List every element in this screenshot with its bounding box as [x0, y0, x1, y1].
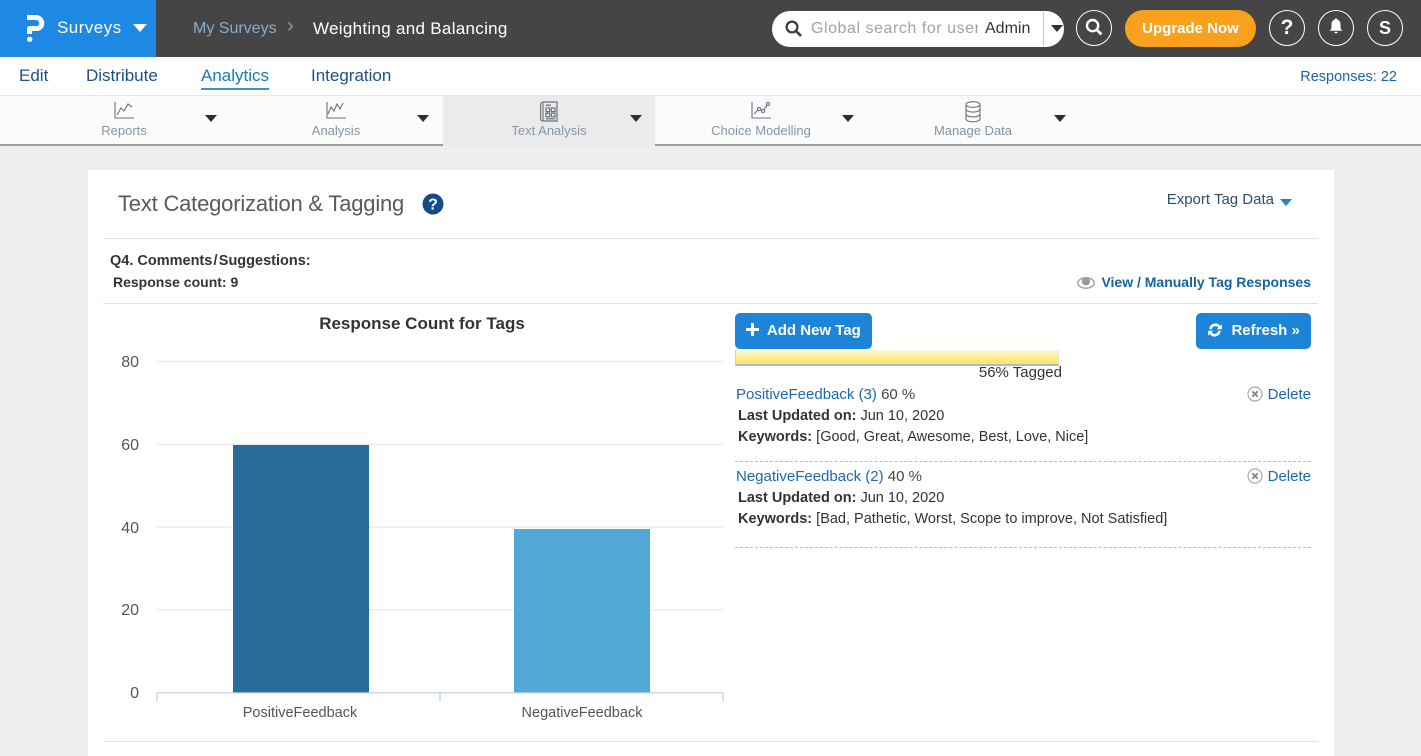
- svg-text:?: ?: [428, 197, 438, 214]
- svg-text:Response Count for Tags: Response Count for Tags: [319, 314, 525, 333]
- svg-text:80: 80: [121, 354, 139, 371]
- svg-text:NegativeFeedback: NegativeFeedback: [522, 705, 644, 721]
- svg-text:0: 0: [130, 685, 139, 702]
- svg-text:20: 20: [121, 602, 139, 619]
- svg-text:60: 60: [121, 437, 139, 454]
- svg-text:PositiveFeedback: PositiveFeedback: [243, 705, 358, 721]
- svg-text:40: 40: [121, 520, 139, 537]
